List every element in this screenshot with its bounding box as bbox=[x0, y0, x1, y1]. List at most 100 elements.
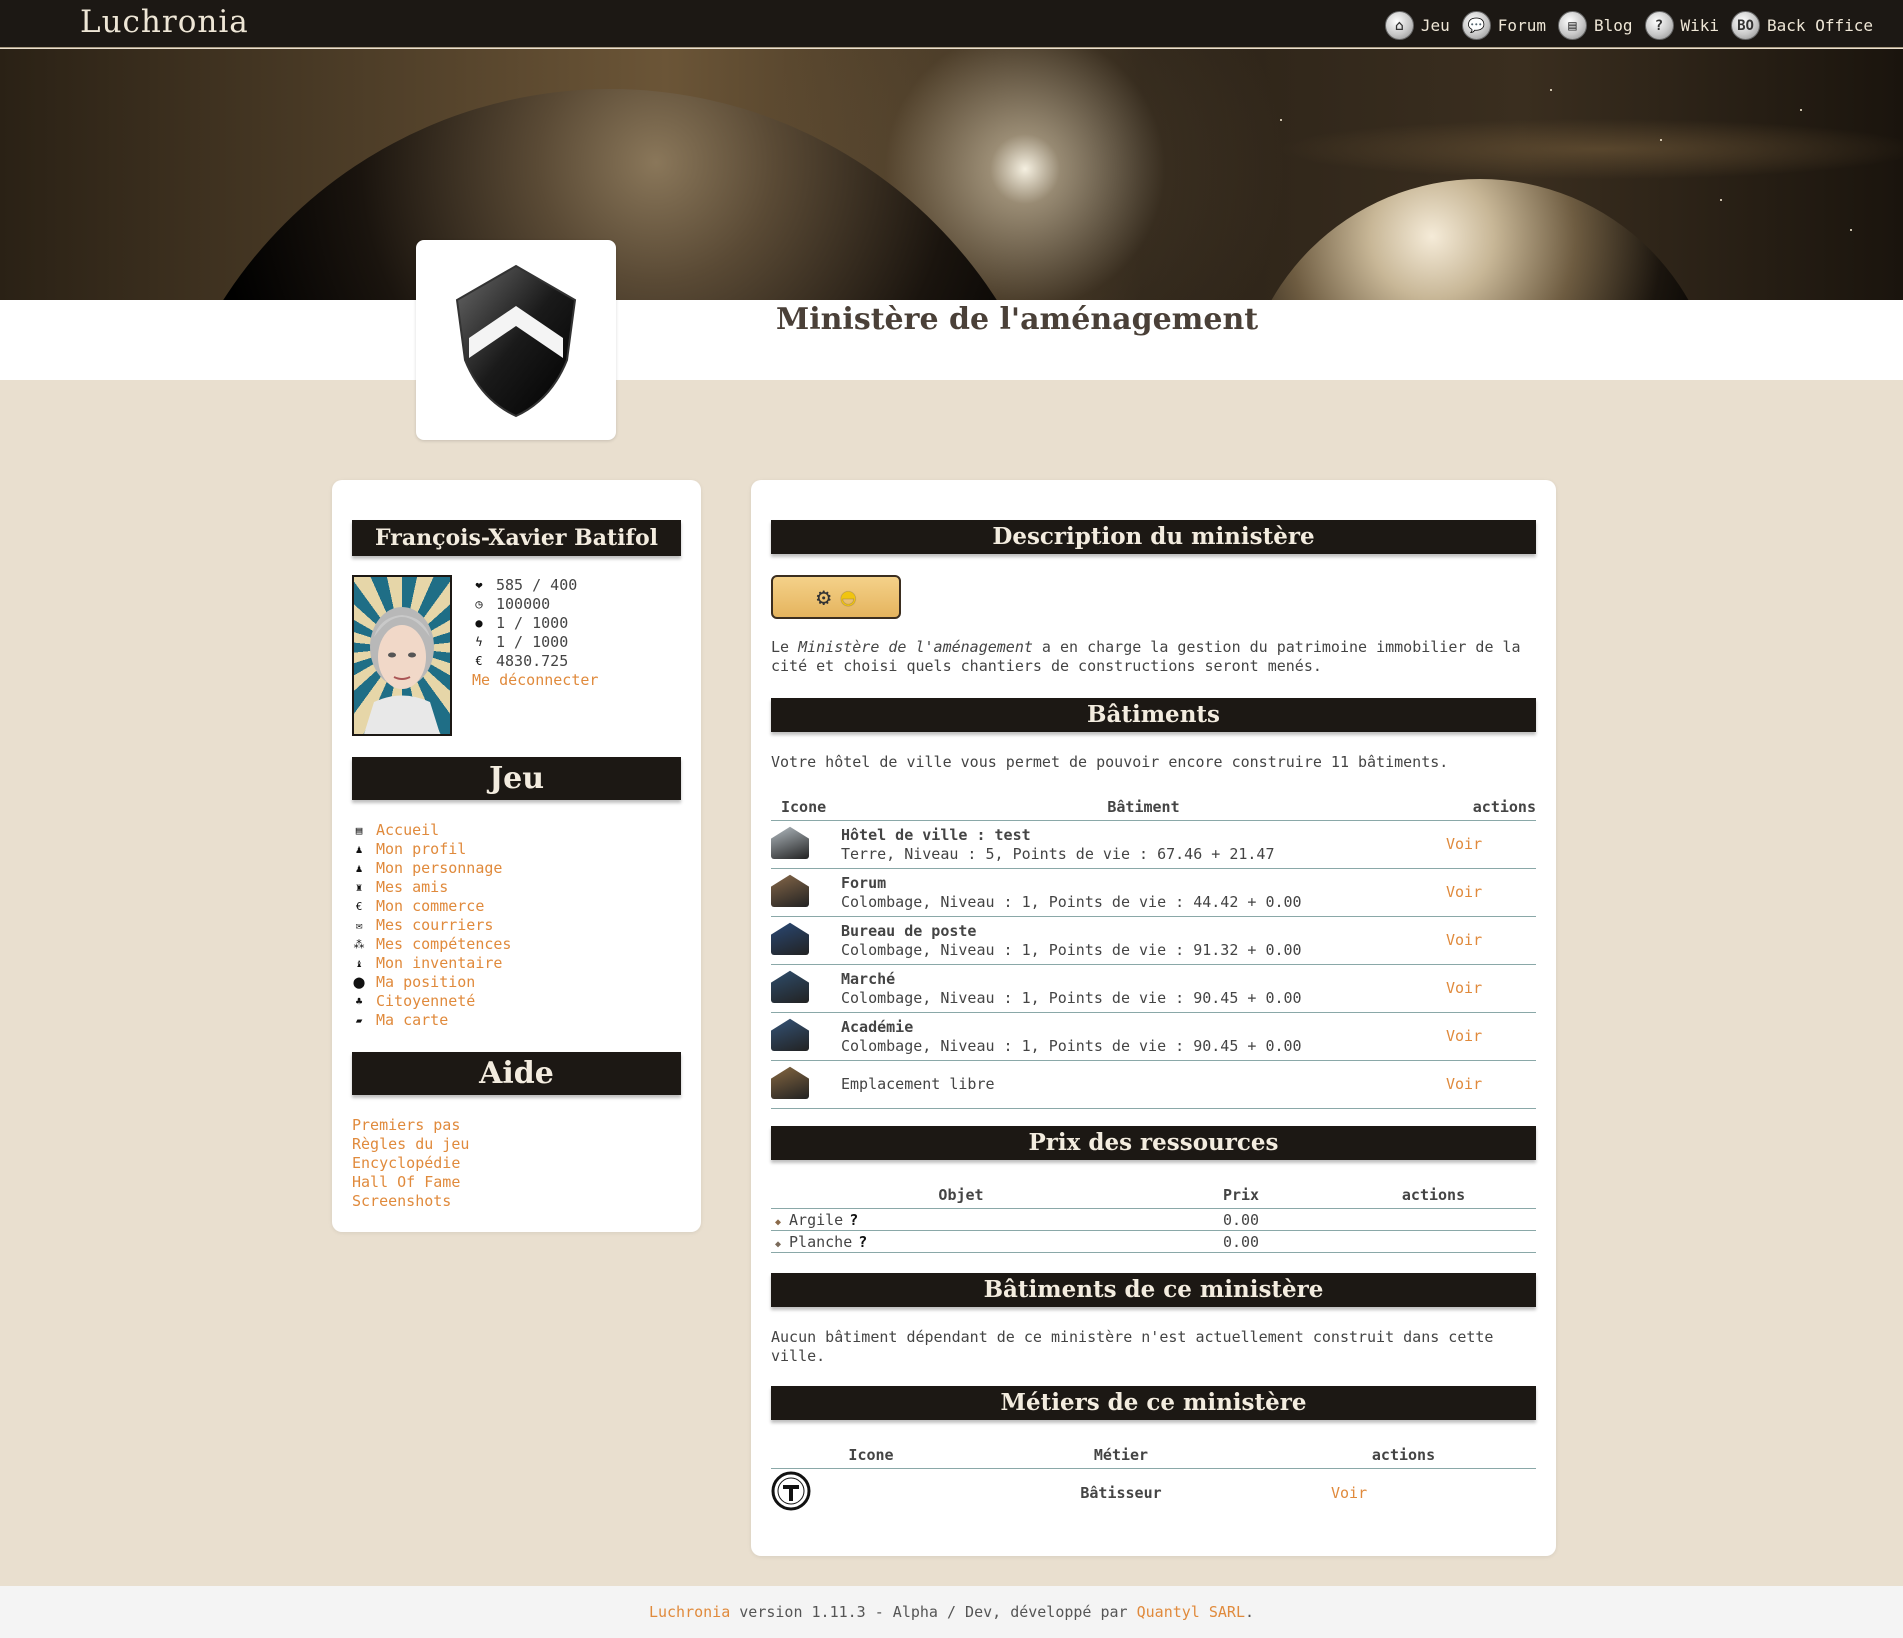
table-row: Bureau de poste Colombage, Niveau : 1, Po… bbox=[771, 916, 1536, 965]
stat-money: €4830.725 bbox=[472, 652, 598, 671]
batiments-ministere-title: Bâtiments de ce ministère bbox=[771, 1273, 1536, 1307]
col-metier: Métier bbox=[971, 1442, 1271, 1469]
question-icon: ? bbox=[1644, 11, 1674, 40]
bag-icon: ♝ bbox=[355, 957, 363, 970]
nav-jeu[interactable]: ⌂ Jeu bbox=[1384, 11, 1450, 40]
job-action-cell: Voir bbox=[1271, 1469, 1536, 1517]
building-name: Marché bbox=[841, 969, 896, 988]
building-action-cell: Voir bbox=[1446, 868, 1536, 917]
euro-icon: € bbox=[475, 654, 483, 668]
logout-link[interactable]: Me déconnecter bbox=[472, 671, 598, 690]
voir-link[interactable]: Voir bbox=[1446, 979, 1482, 997]
table-row: Académie Colombage, Niveau : 1, Points de… bbox=[771, 1012, 1536, 1061]
menu-item-amis: ♜ Mes amis bbox=[352, 878, 511, 897]
resource-cell: ◆ Argile? bbox=[771, 1208, 1151, 1231]
voir-link[interactable]: Voir bbox=[1446, 1027, 1482, 1045]
batiments-table: Icone Bâtiment actions Hôtel de ville : … bbox=[771, 794, 1536, 1109]
voir-link[interactable]: Voir bbox=[1446, 883, 1482, 901]
voir-link[interactable]: Voir bbox=[1446, 931, 1482, 949]
ministry-badge: ⚙ ◓ bbox=[771, 575, 901, 619]
aide-section-title: Aide bbox=[352, 1052, 681, 1095]
nav-blog[interactable]: ▤ Blog bbox=[1557, 11, 1633, 40]
building-icon-cell bbox=[771, 916, 841, 965]
voir-link[interactable]: Voir bbox=[1446, 835, 1482, 853]
aide-item: Encyclopédie bbox=[352, 1154, 461, 1172]
building-name: Forum bbox=[841, 873, 887, 892]
character-stats: ❤ 585 / 400 ◷ 100000 ● 1 / 1000 ϟ1 / 1000 €… bbox=[472, 576, 598, 690]
table-row: ◆ Argile? 0.00 bbox=[771, 1208, 1536, 1231]
character-portrait[interactable] bbox=[352, 575, 452, 736]
nav-label: Forum bbox=[1497, 16, 1546, 35]
building-info-cell: Marché Colombage, Niveau : 1, Points de v… bbox=[841, 964, 1446, 1013]
top-nav: ⌂ Jeu 💬 Forum ▤ Blog ? Wiki BO Back Office bbox=[1384, 11, 1873, 40]
clock-icon: ◷ bbox=[475, 597, 483, 611]
prix-table: Objet Prix actions ◆ Argile? 0.00 ◆ Planch… bbox=[771, 1182, 1536, 1253]
help-icon[interactable]: ? bbox=[858, 1233, 867, 1251]
voir-link[interactable]: Voir bbox=[1446, 1075, 1482, 1093]
footer-text: version 1.11.3 - Alpha / Dev, développé … bbox=[730, 1603, 1137, 1621]
building-details: Colombage, Niveau : 1, Points de vie : 9… bbox=[841, 988, 1302, 1007]
friends-icon: ♜ bbox=[355, 881, 363, 894]
job-icon-cell bbox=[771, 1469, 971, 1517]
ministry-emblem bbox=[416, 240, 616, 440]
nav-label: Blog bbox=[1593, 16, 1633, 35]
portrait-face bbox=[364, 607, 440, 734]
resource-cell: ◆ Planche? bbox=[771, 1230, 1151, 1253]
footer: Luchronia version 1.11.3 - Alpha / Dev, … bbox=[0, 1586, 1903, 1638]
voir-link[interactable]: Voir bbox=[1331, 1484, 1367, 1502]
stat-energy: ϟ1 / 1000 bbox=[472, 633, 598, 652]
table-row: Forum Colombage, Niveau : 1, Points de vi… bbox=[771, 868, 1536, 917]
building-icon bbox=[771, 1066, 809, 1099]
nav-wiki[interactable]: ? Wiki bbox=[1644, 11, 1719, 40]
table-header-row: Objet Prix actions bbox=[771, 1182, 1536, 1209]
top-bar: Luchronia ⌂ Jeu 💬 Forum ▤ Blog ? Wiki BO Back… bbox=[0, 0, 1903, 48]
builder-icon bbox=[771, 1471, 811, 1511]
prix-title: Prix des ressources bbox=[771, 1126, 1536, 1160]
nav-forum[interactable]: 💬 Forum bbox=[1461, 11, 1546, 40]
heart-icon: ❤ bbox=[475, 578, 483, 592]
menu-item-citoyennete: ♣ Citoyenneté bbox=[352, 992, 511, 1011]
description-text: Le Ministère de l'aménagement a en charg… bbox=[771, 638, 1521, 675]
building-icon-cell bbox=[771, 964, 841, 1013]
price-cell: 0.00 bbox=[1151, 1230, 1331, 1253]
building-action-cell: Voir bbox=[1446, 1060, 1536, 1109]
footer-brand-link[interactable]: Luchronia bbox=[649, 1603, 730, 1621]
building-icon-cell bbox=[771, 1060, 841, 1109]
building-info-cell: Bureau de poste Colombage, Niveau : 1, Po… bbox=[841, 916, 1446, 965]
building-action-cell: Voir bbox=[1446, 1012, 1536, 1061]
building-name: Bureau de poste bbox=[841, 921, 977, 940]
hard-hat-icon: ◓ bbox=[841, 583, 856, 611]
col-actions: actions bbox=[1271, 1442, 1536, 1469]
col-batiment: Bâtiment bbox=[841, 794, 1446, 821]
menu-item-profil: ♟ Mon profil bbox=[352, 840, 511, 859]
building-icon bbox=[771, 1018, 809, 1051]
col-prix: Prix bbox=[1151, 1182, 1331, 1209]
table-row: Emplacement libre Voir bbox=[771, 1060, 1536, 1109]
building-details: Colombage, Niveau : 1, Points de vie : 4… bbox=[841, 892, 1302, 911]
metiers-title: Métiers de ce ministère bbox=[771, 1386, 1536, 1420]
speech-bubble-icon: 💬 bbox=[1461, 11, 1491, 40]
building-details: Terre, Niveau : 5, Points de vie : 67.46… bbox=[841, 844, 1275, 863]
aide-item: Screenshots bbox=[352, 1192, 452, 1210]
stat-health: ❤ 585 / 400 bbox=[472, 576, 598, 595]
character-name: François-Xavier Batifol bbox=[352, 520, 681, 556]
col-objet: Objet bbox=[771, 1182, 1151, 1209]
site-logo[interactable]: Luchronia bbox=[80, 4, 249, 40]
stat-water: ● 1 / 1000 bbox=[472, 614, 598, 633]
ministry-panel: Description du ministère ⚙ ◓ Le Ministèr… bbox=[751, 480, 1556, 1556]
metiers-table: Icone Métier actions Bâtisseur Voir bbox=[771, 1442, 1536, 1517]
batiments-ministere-text: Aucun bâtiment dépendant de ce ministère… bbox=[771, 1328, 1494, 1365]
table-row: Hôtel de ville : test Terre, Niveau : 5, … bbox=[771, 820, 1536, 869]
jeu-menu: ▤ Accueil ♟ Mon profil ♟ Mon personnage ♜ Me… bbox=[352, 821, 512, 1030]
col-actions: actions bbox=[1331, 1182, 1536, 1209]
footer-company-link[interactable]: Quantyl SARL bbox=[1137, 1603, 1245, 1621]
building-info-cell: Hôtel de ville : test Terre, Niveau : 5, … bbox=[841, 820, 1446, 869]
help-icon[interactable]: ? bbox=[849, 1211, 858, 1229]
building-details: Colombage, Niveau : 1, Points de vie : 9… bbox=[841, 1036, 1302, 1055]
aide-menu: Premiers pas Règles du jeu Encyclopédie … bbox=[352, 1116, 469, 1211]
nav-back-office[interactable]: BO Back Office bbox=[1731, 11, 1873, 40]
menu-item-competences: ⁂ Mes compétences bbox=[353, 935, 512, 953]
drop-icon: ● bbox=[475, 616, 483, 630]
aide-item: Premiers pas bbox=[352, 1116, 461, 1134]
euro-icon: € bbox=[355, 900, 363, 913]
